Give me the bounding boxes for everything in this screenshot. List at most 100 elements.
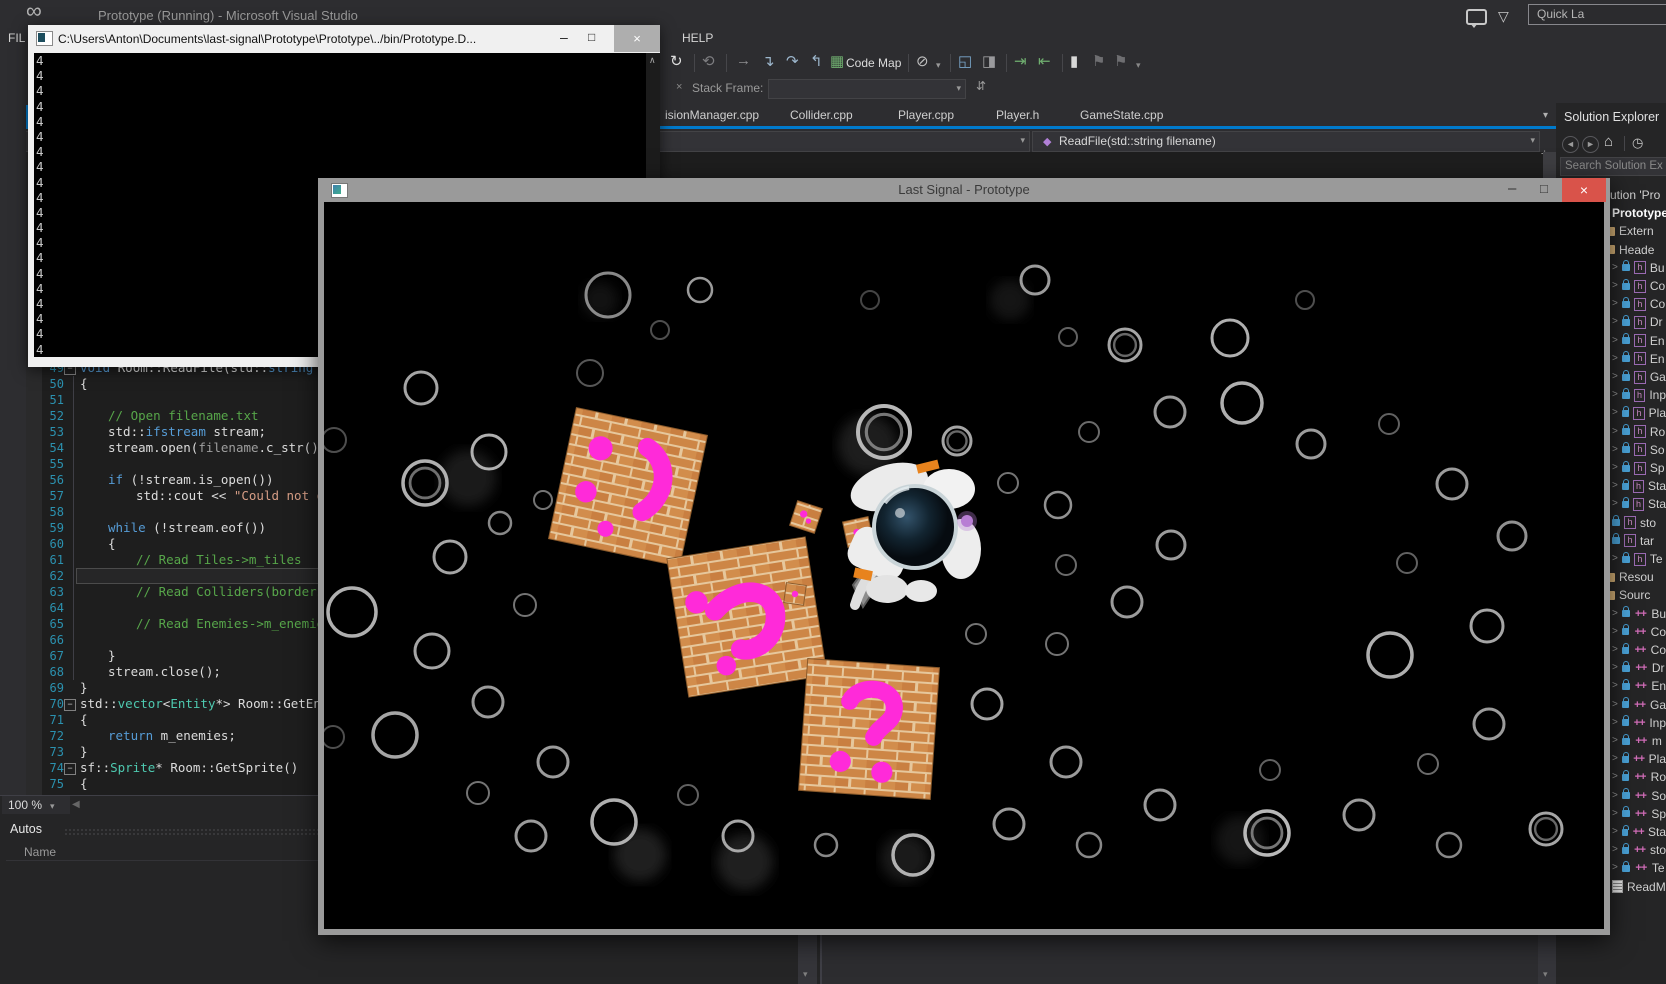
- float-window-icon[interactable]: ◱: [958, 52, 972, 70]
- scroll-down-icon[interactable]: ▾: [803, 969, 808, 980]
- menu-file[interactable]: FIL: [8, 31, 25, 45]
- tree-chevron-icon[interactable]: >: [1612, 332, 1618, 350]
- solution-explorer-title[interactable]: Solution Explorer: [1564, 110, 1659, 124]
- code-line[interactable]: sf::Sprite* Room::GetSprite(): [80, 760, 298, 776]
- scroll-down-icon[interactable]: ▾: [1543, 969, 1548, 980]
- tree-chevron-icon[interactable]: >: [1612, 659, 1618, 677]
- outdent-icon[interactable]: ⇤: [1038, 52, 1051, 70]
- tree-chevron-icon[interactable]: >: [1612, 386, 1618, 404]
- tree-chevron-icon[interactable]: >: [1612, 732, 1618, 750]
- tree-chevron-icon[interactable]: >: [1612, 423, 1618, 441]
- se-pending-changes-icon[interactable]: ◷: [1632, 135, 1643, 151]
- step-out-icon[interactable]: ↰: [810, 52, 823, 70]
- code-line[interactable]: while (!stream.eof()): [108, 520, 266, 536]
- game-close-button[interactable]: ×: [1562, 178, 1606, 202]
- code-line[interactable]: {: [80, 376, 88, 392]
- tree-chevron-icon[interactable]: >: [1612, 404, 1618, 422]
- breakpoints-icon[interactable]: ⊘: [916, 52, 929, 70]
- quick-launch-input[interactable]: Quick La: [1528, 4, 1666, 25]
- toolbar-options-icon[interactable]: ▾: [1136, 60, 1141, 71]
- tree-chevron-icon[interactable]: >: [1612, 368, 1618, 386]
- code-line[interactable]: std::vector<Entity*> Room::GetEnem: [80, 696, 336, 712]
- indent-icon[interactable]: ⇥: [1014, 52, 1027, 70]
- hscroll-left-icon[interactable]: ◀: [72, 799, 80, 810]
- code-line[interactable]: if (!stream.is_open()): [108, 472, 274, 488]
- tab-collisionmanager-cpp[interactable]: isionManager.cpp: [665, 105, 759, 126]
- prev-bookmark-icon[interactable]: ⚑: [1092, 52, 1105, 70]
- tree-chevron-icon[interactable]: >: [1612, 623, 1618, 641]
- game-minimize-button[interactable]: –: [1508, 180, 1516, 197]
- code-map-icon[interactable]: ▦: [830, 52, 844, 70]
- notifications-filter-icon[interactable]: ▽: [1498, 8, 1509, 25]
- tree-chevron-icon[interactable]: >: [1612, 477, 1618, 495]
- step-into-icon[interactable]: ↴: [762, 52, 775, 70]
- apply-code-changes-icon[interactable]: ⟲: [702, 52, 715, 70]
- tree-chevron-icon[interactable]: >: [1612, 787, 1618, 805]
- code-line[interactable]: return m_enemies;: [108, 728, 236, 744]
- tree-chevron-icon[interactable]: >: [1612, 714, 1618, 732]
- tree-chevron-icon[interactable]: >: [1612, 768, 1618, 786]
- code-line[interactable]: {: [80, 712, 88, 728]
- tree-chevron-icon[interactable]: >: [1612, 441, 1618, 459]
- code-line[interactable]: // Read Colliders(borders/w: [136, 584, 339, 600]
- continue-icon[interactable]: →: [736, 52, 751, 69]
- game-titlebar[interactable]: Last Signal - Prototype – □ ×: [318, 178, 1610, 202]
- code-line[interactable]: stream.open(filename.c_str());: [108, 440, 334, 456]
- tree-chevron-icon[interactable]: >: [1612, 495, 1618, 513]
- step-over-icon[interactable]: ↷: [786, 52, 799, 70]
- menu-help[interactable]: HELP: [682, 31, 713, 45]
- tab-collider-cpp[interactable]: Collider.cpp: [790, 105, 853, 126]
- code-line[interactable]: }: [108, 648, 116, 664]
- editor-vscroll[interactable]: [1543, 152, 1556, 178]
- tab-gamestate-cpp[interactable]: GameState.cpp: [1080, 105, 1163, 126]
- code-line[interactable]: }: [80, 744, 88, 760]
- next-bookmark-icon[interactable]: ⚑: [1114, 52, 1127, 70]
- tree-chevron-icon[interactable]: >: [1612, 313, 1618, 331]
- stack-frame-combo[interactable]: ▾: [768, 79, 966, 99]
- chevron-down-icon[interactable]: ▾: [1530, 135, 1535, 146]
- se-back-icon[interactable]: ◄: [1562, 136, 1579, 153]
- zoom-control[interactable]: 100 %: [2, 796, 70, 814]
- bookmark-icon[interactable]: ▮: [1070, 52, 1078, 70]
- code-line[interactable]: // Read Tiles->m_tiles: [136, 552, 302, 568]
- nav-members-combo[interactable]: ◆ ReadFile(std::string filename) ▾: [1032, 131, 1540, 152]
- autos-name-column[interactable]: Name: [24, 845, 56, 859]
- fold-collapse-icon[interactable]: −: [64, 763, 76, 775]
- tab-overflow-icon[interactable]: ▾: [1543, 110, 1548, 121]
- tree-chevron-icon[interactable]: >: [1612, 823, 1618, 841]
- tree-chevron-icon[interactable]: >: [1612, 550, 1618, 568]
- code-line[interactable]: stream.close();: [108, 664, 221, 680]
- feedback-icon[interactable]: [1466, 9, 1487, 25]
- clear-frame-icon[interactable]: ×: [676, 81, 682, 93]
- scroll-up-icon[interactable]: ∧: [649, 55, 656, 66]
- solution-search-input[interactable]: Search Solution Ex: [1560, 157, 1666, 176]
- code-line[interactable]: // Open filename.txt: [108, 408, 259, 424]
- tree-chevron-icon[interactable]: >: [1612, 259, 1618, 277]
- chevron-down-icon[interactable]: ▾: [1020, 135, 1025, 146]
- code-line[interactable]: // Read Enemies->m_enemies: [136, 616, 332, 632]
- restart-debug-icon[interactable]: ↻: [670, 52, 683, 70]
- console-minimize-button[interactable]: –: [560, 29, 568, 45]
- tree-chevron-icon[interactable]: >: [1612, 696, 1618, 714]
- tree-chevron-icon[interactable]: >: [1612, 641, 1618, 659]
- zoom-dropdown-icon[interactable]: ▾: [50, 801, 55, 812]
- autos-panel-title[interactable]: Autos: [10, 822, 42, 836]
- copy-window-icon[interactable]: ◨: [982, 52, 996, 70]
- breakpoints-dropdown-icon[interactable]: ▾: [936, 60, 941, 71]
- console-titlebar[interactable]: C:\Users\Anton\Documents\last-signal\Pro…: [28, 25, 660, 53]
- chevron-down-icon[interactable]: ▾: [956, 83, 961, 94]
- tree-chevron-icon[interactable]: >: [1612, 750, 1618, 768]
- tree-chevron-icon[interactable]: >: [1612, 459, 1618, 477]
- console-maximize-button[interactable]: □: [588, 30, 595, 44]
- tree-chevron-icon[interactable]: >: [1612, 350, 1618, 368]
- tree-chevron-icon[interactable]: >: [1612, 859, 1618, 877]
- game-maximize-button[interactable]: □: [1540, 181, 1548, 196]
- tree-chevron-icon[interactable]: >: [1612, 605, 1618, 623]
- tree-chevron-icon[interactable]: >: [1612, 805, 1618, 823]
- tree-chevron-icon[interactable]: >: [1612, 277, 1618, 295]
- game-window[interactable]: Last Signal - Prototype – □ ×: [318, 178, 1610, 935]
- tree-chevron-icon[interactable]: >: [1612, 295, 1618, 313]
- tab-player-h[interactable]: Player.h: [996, 105, 1039, 126]
- code-line[interactable]: std::cout << "Could not op: [136, 488, 332, 504]
- frames-swap-icon[interactable]: ⇵: [976, 79, 986, 93]
